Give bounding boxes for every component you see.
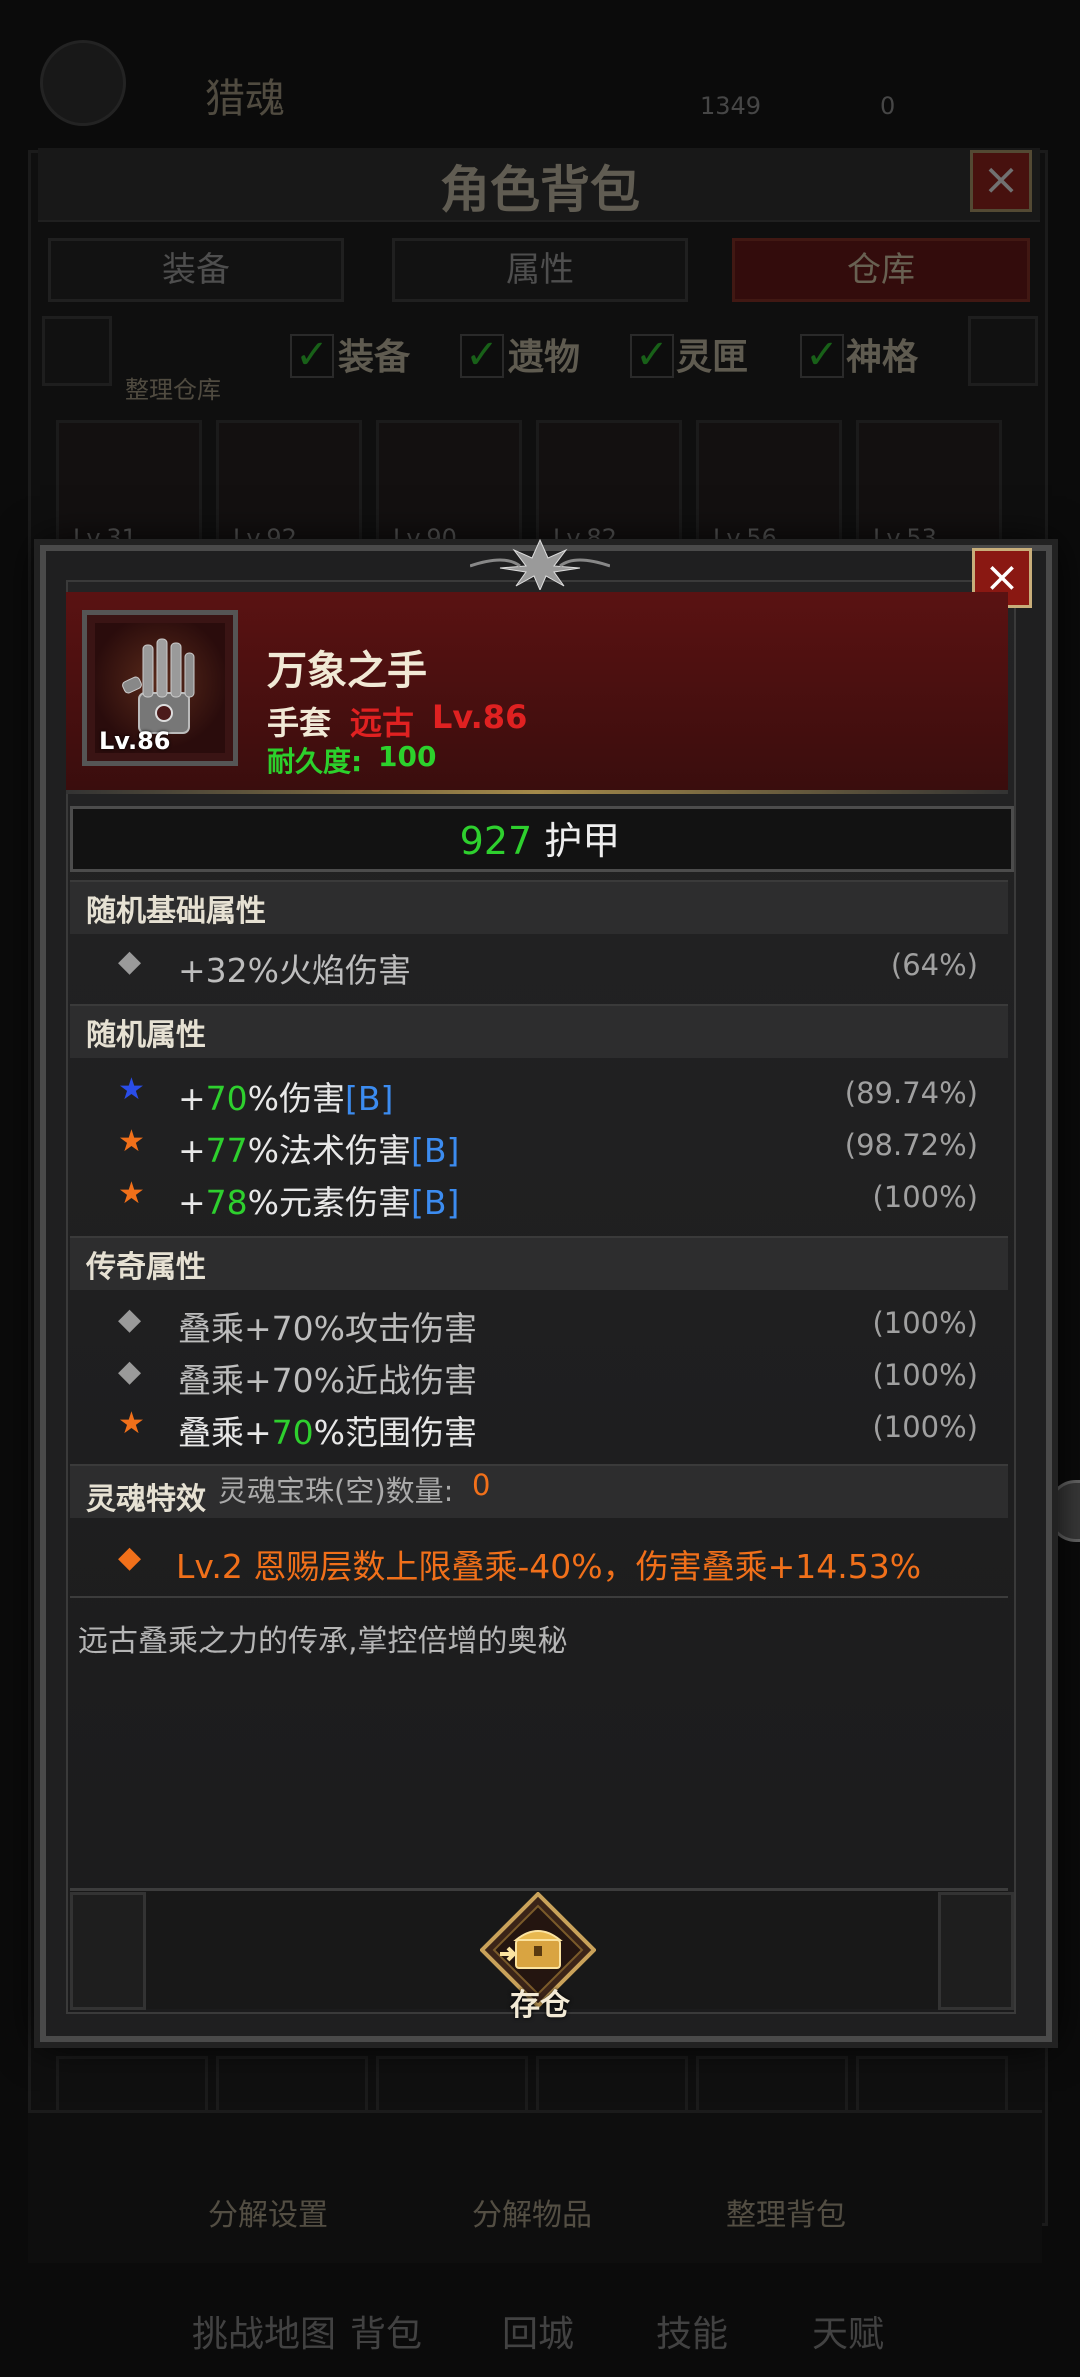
section-title-soul: 灵魂特效 [86, 1482, 206, 1517]
soul-orb-count-value: 0 [472, 1468, 491, 1502]
filter-equipment-label: 装备 [338, 337, 411, 378]
attribute-roll-pct: (100%) [872, 1180, 978, 1214]
inventory-slot[interactable] [536, 2056, 688, 2114]
attribute-text: +70%伤害[B] [178, 1079, 394, 1118]
section-title-random: 随机属性 [86, 1018, 206, 1053]
item-icon-level: Lv.86 [99, 727, 171, 755]
tab-warehouse[interactable]: 仓库 [732, 238, 1030, 302]
header-divider [66, 790, 1008, 794]
inventory-slot[interactable] [856, 2056, 1008, 2114]
attribute-text: 叠乘+70%范围伤害 [178, 1413, 478, 1452]
attribute-roll-pct: (89.74%) [844, 1076, 978, 1110]
inventory-slot[interactable] [56, 2056, 208, 2114]
section-header-soul [70, 1464, 1008, 1518]
store-button-label: 存仓 [510, 1988, 570, 2023]
star-orange-icon: ★ [118, 1406, 145, 1441]
nav-skills[interactable]: 技能 [656, 2305, 728, 2357]
player-avatar[interactable] [40, 40, 126, 126]
filter-equipment-checkbox[interactable]: ✓ [290, 334, 334, 378]
diamond-icon: ◆ [118, 1354, 142, 1389]
attribute-roll-pct: (98.72%) [844, 1128, 978, 1162]
inventory-slot[interactable]: Lv.82 [536, 420, 682, 552]
nav-talents[interactable]: 天赋 [812, 2305, 884, 2357]
filter-soulbox-checkbox[interactable]: ✓ [630, 334, 674, 378]
sort-bag-button[interactable]: 整理背包 [726, 2190, 846, 2234]
flavor-text: 远古叠乘之力的传承,掌控倍增的奥秘 [78, 1624, 568, 1659]
durability-label: 耐久度: [267, 745, 363, 778]
inventory-slot[interactable]: Lv.56 [696, 420, 842, 552]
item-detail-body [66, 580, 1016, 2014]
item-type: 手套 [267, 704, 332, 742]
diamond-icon: ◆ [118, 944, 142, 979]
armor-value: 927 [459, 819, 533, 863]
tab-equipment[interactable]: 装备 [48, 238, 344, 302]
right-ornament [968, 316, 1038, 386]
resource-2-count: 0 [880, 92, 896, 120]
section-title-base: 随机基础属性 [86, 894, 266, 929]
star-orange-icon: ★ [118, 1176, 145, 1211]
attribute-text: 叠乘+70%近战伤害 [178, 1361, 477, 1400]
divider [70, 1596, 1008, 1598]
item-name: 万象之手 [267, 648, 427, 694]
nav-return-town[interactable]: 回城 [502, 2305, 574, 2357]
item-rarity: 远古 [350, 704, 415, 742]
bag-bottom-panel [28, 2110, 1042, 2263]
nav-challenge-map[interactable]: 挑战地图 [192, 2305, 336, 2357]
section-header-random [70, 1004, 1008, 1058]
inventory-slot[interactable] [696, 2056, 848, 2114]
attribute-roll-pct: (100%) [872, 1358, 978, 1392]
attribute-text: 叠乘+70%攻击伤害 [178, 1309, 477, 1348]
nav-bag[interactable]: 背包 [350, 2305, 422, 2357]
inventory-slot[interactable] [376, 2056, 528, 2114]
star-blue-icon: ★ [118, 1072, 145, 1107]
attribute-text: +77%法术伤害[B] [178, 1131, 460, 1170]
filter-divinity-checkbox[interactable]: ✓ [800, 334, 844, 378]
attribute-roll-pct: (100%) [872, 1306, 978, 1340]
armor-label: 护甲 [544, 819, 621, 863]
item-level: Lv.86 [432, 698, 528, 736]
section-title-legendary: 传奇属性 [86, 1250, 206, 1285]
item-icon-frame: Lv.86 [82, 610, 238, 766]
inventory-slot[interactable]: Lv.53 [856, 420, 1002, 552]
attribute-text: +78%元素伤害[B] [178, 1183, 460, 1222]
filter-relic-label: 遗物 [508, 337, 581, 378]
crest-ornament-icon [470, 538, 610, 590]
player-name: 猎魂 [205, 76, 285, 122]
attribute-text: +32%火焰伤害 [178, 951, 411, 990]
soul-orb-count-label: 灵魂宝珠(空)数量: [218, 1474, 454, 1508]
star-orange-icon: ★ [118, 1124, 145, 1159]
bag-title: 角色背包 [440, 161, 640, 219]
tab-attributes[interactable]: 属性 [392, 238, 688, 302]
inventory-slot[interactable]: Lv.31 [56, 420, 202, 552]
diamond-orange-icon: ◆ [118, 1540, 142, 1575]
diamond-icon: ◆ [118, 1302, 142, 1337]
inventory-slot[interactable]: Lv.90 [376, 420, 522, 552]
bag-close-button[interactable]: × [970, 150, 1032, 212]
inventory-slot[interactable] [216, 2056, 368, 2114]
left-ornament [42, 316, 112, 386]
section-header-legendary [70, 1236, 1008, 1290]
dismantle-items-button[interactable]: 分解物品 [472, 2190, 592, 2234]
durability-value: 100 [378, 740, 437, 773]
dismantle-settings-button[interactable]: 分解设置 [208, 2190, 328, 2234]
filter-divinity-label: 神格 [846, 337, 919, 378]
sort-warehouse-button[interactable]: 整理仓库 [125, 370, 221, 405]
filter-relic-checkbox[interactable]: ✓ [460, 334, 504, 378]
attribute-roll-pct: (64%) [890, 948, 978, 982]
resource-1-count: 1349 [700, 92, 762, 120]
soul-effect-text: Lv.2 恩赐层数上限叠乘-40%，伤害叠乘+14.53% [176, 1547, 922, 1586]
attribute-roll-pct: (100%) [872, 1410, 978, 1444]
inventory-slot[interactable]: Lv.92 [216, 420, 362, 552]
filter-soulbox-label: 灵匣 [676, 337, 749, 378]
armor-stat: 927 护甲 [0, 810, 1080, 865]
